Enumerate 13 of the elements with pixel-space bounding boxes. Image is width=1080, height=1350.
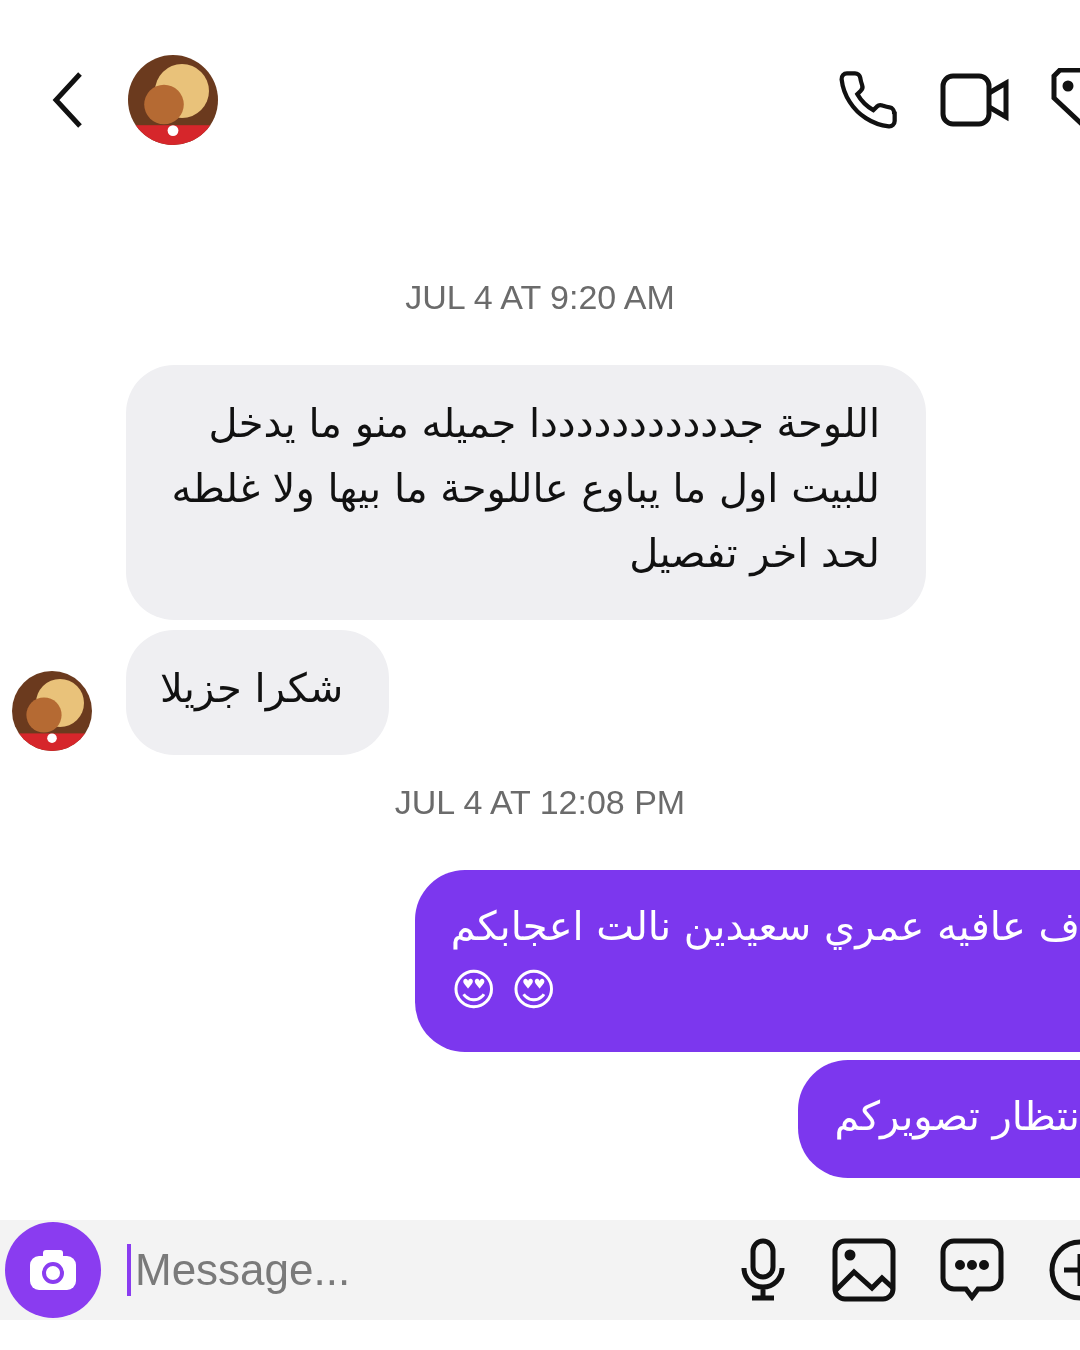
chat-bubble-icon[interactable] — [940, 1238, 1004, 1302]
message-timestamp: JUL 4 AT 12:08 PM — [394, 783, 686, 822]
video-camera-icon[interactable] — [940, 71, 1010, 129]
phone-icon[interactable] — [836, 68, 900, 132]
camera-icon[interactable] — [28, 1248, 78, 1292]
sent-message: نتظار تصويركم — [798, 1060, 1080, 1178]
sent-message: ف عافيه عمري سعيدين نالت اعجابكم 😍 😍 — [414, 870, 1080, 1052]
received-message: اللوحة جدددددددددددا جميله منو ما يدخل للبيت اول ما يباوع عاللوحة ما بيها ولا غلطه لحد اخر تفصيل — [126, 365, 926, 620]
received-message: شكرا جزيلا — [126, 630, 390, 755]
message-timestamp: JUL 4 AT 9:20 AM — [405, 278, 675, 317]
message-input[interactable]: Message... — [127, 1244, 712, 1296]
image-icon[interactable] — [832, 1238, 896, 1302]
message-composer[interactable]: Message... — [0, 1220, 1080, 1320]
